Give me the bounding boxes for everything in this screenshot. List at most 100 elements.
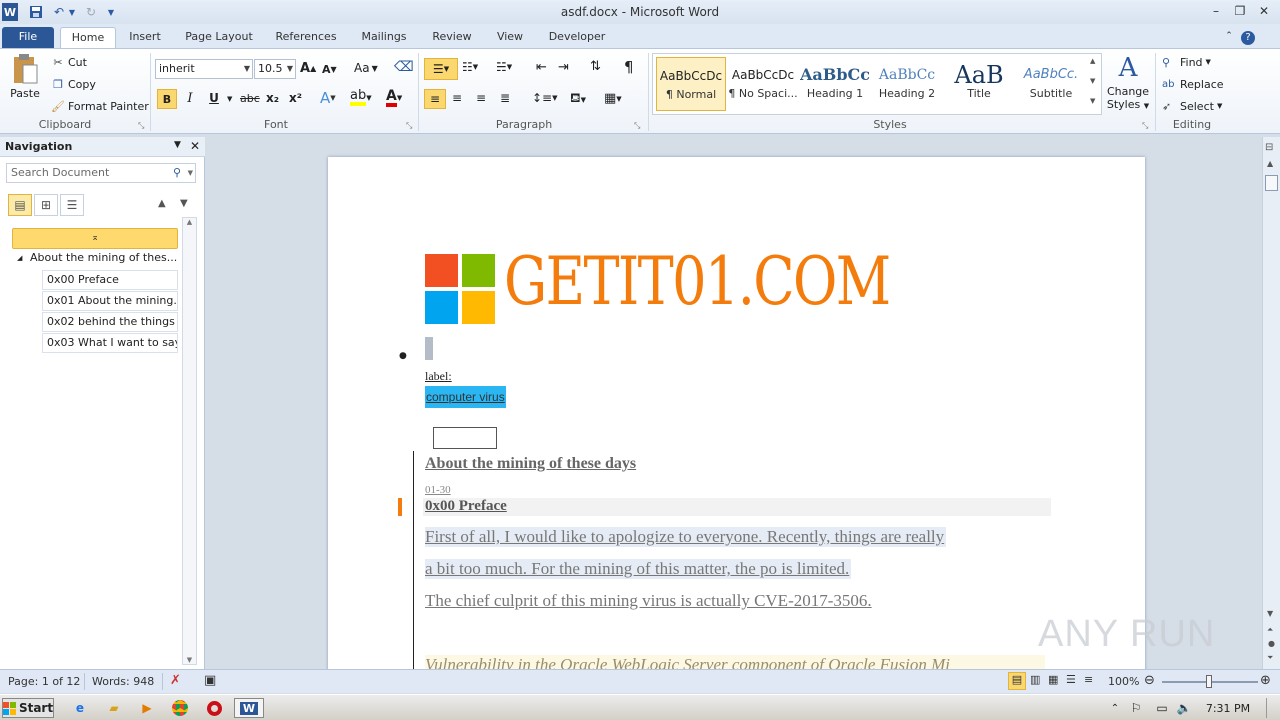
chrome-icon[interactable] xyxy=(170,698,190,718)
zoom-slider[interactable] xyxy=(1162,675,1258,688)
font-size-combo[interactable]: 10.5 ▼ xyxy=(254,59,296,79)
scroll-up-icon[interactable]: ▲ xyxy=(183,218,196,226)
clipboard-dialog-launcher-icon[interactable]: ⤡ xyxy=(138,121,144,131)
strikethrough-button[interactable]: abc xyxy=(240,92,260,105)
nav-heading-item[interactable]: 0x02 behind the things xyxy=(42,312,178,332)
align-left-button[interactable]: ≡ xyxy=(424,89,446,109)
document-page[interactable]: GETIT01.COM ● label: computer virus Abou… xyxy=(328,157,1145,669)
zoom-out-icon[interactable]: ⊖ xyxy=(1144,673,1155,688)
next-page-icon[interactable]: ⏷ xyxy=(1267,653,1273,663)
font-color-button[interactable]: A ▼ xyxy=(386,89,402,107)
nav-heading-item[interactable]: 0x01 About the mining... xyxy=(42,291,178,311)
volume-icon[interactable]: 🔈 xyxy=(1176,698,1192,718)
increase-indent-button[interactable]: ⇥ xyxy=(558,60,569,75)
empty-textbox[interactable] xyxy=(433,427,497,449)
align-right-button[interactable]: ≡ xyxy=(476,91,486,105)
styles-dialog-launcher-icon[interactable]: ⤡ xyxy=(1142,121,1148,131)
ie-icon[interactable]: e xyxy=(70,698,90,718)
line-spacing-button[interactable]: ↕≡ ▼ xyxy=(532,91,558,105)
align-center-button[interactable]: ≡ xyxy=(452,91,462,105)
tray-expand-icon[interactable]: ⌃ xyxy=(1108,698,1122,718)
style-title[interactable]: AaB Title xyxy=(944,57,1014,111)
page-count[interactable]: Page: 1 of 12 xyxy=(8,675,80,688)
view-draft-icon[interactable]: ≡ xyxy=(1084,673,1093,686)
highlight-button[interactable]: ab ▼ xyxy=(350,89,372,106)
style-subtitle[interactable]: AaBbCc. Subtitle xyxy=(1016,57,1086,111)
view-outline-icon[interactable]: ☰ xyxy=(1066,673,1076,686)
search-icon[interactable]: ⚲ xyxy=(173,164,181,182)
scroll-down-icon[interactable]: ▼ xyxy=(183,656,196,664)
cut-button[interactable]: ✂ Cut xyxy=(50,53,87,71)
styles-scroll-down-icon[interactable]: ▼ xyxy=(1090,77,1095,85)
underline-dropdown-icon[interactable]: ▼ xyxy=(227,95,232,103)
styles-scroll-up-icon[interactable]: ▲ xyxy=(1090,57,1095,65)
explorer-icon[interactable]: ▰ xyxy=(104,698,124,718)
clock[interactable]: 7:31 PM xyxy=(1200,698,1256,718)
minimize-button[interactable]: – xyxy=(1206,2,1226,20)
bold-button[interactable]: B xyxy=(157,89,177,109)
superscript-button[interactable]: x² xyxy=(289,91,302,105)
font-name-combo[interactable]: inherit ▼ xyxy=(155,59,253,79)
clear-formatting-button[interactable]: ⌫ xyxy=(394,59,414,75)
replace-button[interactable]: ab Replace xyxy=(1162,75,1224,93)
word-count[interactable]: Words: 948 xyxy=(92,675,154,688)
nav-search-input[interactable]: Search Document ⚲ ▼ xyxy=(6,163,196,183)
grow-font-button[interactable]: A ▲ xyxy=(300,61,316,76)
change-case-button[interactable]: Aa ▼ xyxy=(354,61,378,75)
scroll-down-icon[interactable]: ▼ xyxy=(1267,609,1273,618)
zoom-slider-thumb[interactable] xyxy=(1206,675,1212,688)
nav-options-icon[interactable]: ▼ xyxy=(174,140,181,150)
paste-button[interactable]: Paste xyxy=(6,53,44,113)
style-normal[interactable]: AaBbCcDc ¶ Normal xyxy=(656,57,726,111)
ruler-toggle-icon[interactable]: ⊟ xyxy=(1265,142,1273,153)
style-heading-2[interactable]: AaBbCc Heading 2 xyxy=(872,57,942,111)
nav-close-icon[interactable]: ✕ xyxy=(190,139,200,153)
italic-button[interactable]: I xyxy=(181,91,199,106)
subscript-button[interactable]: x₂ xyxy=(266,91,279,105)
media-player-icon[interactable]: ▶ xyxy=(137,698,157,718)
tab-insert[interactable]: Insert xyxy=(122,27,168,48)
view-full-screen-icon[interactable]: ▥ xyxy=(1030,673,1040,686)
zoom-in-icon[interactable]: ⊕ xyxy=(1260,673,1271,688)
tab-review[interactable]: Review xyxy=(426,27,478,48)
tab-page-layout[interactable]: Page Layout xyxy=(180,27,258,48)
styles-more-icon[interactable]: ▼ xyxy=(1090,97,1095,105)
nav-scrollbar[interactable]: ▲ ▼ xyxy=(182,217,197,665)
change-styles-button[interactable]: A Change Styles ▼ xyxy=(1104,51,1152,117)
show-marks-button[interactable]: ¶ xyxy=(624,58,634,76)
previous-page-icon[interactable]: ⏶ xyxy=(1267,625,1273,635)
minimize-ribbon-icon[interactable]: ⌃ xyxy=(1222,27,1236,48)
font-dialog-launcher-icon[interactable]: ⤡ xyxy=(406,121,412,131)
opera-icon[interactable] xyxy=(204,698,224,718)
nav-prev-icon[interactable]: ▲ xyxy=(158,198,166,209)
format-painter-button[interactable]: 🖌 Format Painter xyxy=(50,97,149,115)
start-button[interactable]: Start xyxy=(2,698,54,718)
text-effects-button[interactable]: A ▼ xyxy=(320,89,336,107)
nav-top-heading[interactable]: ⌅ xyxy=(12,228,178,249)
nav-next-icon[interactable]: ▼ xyxy=(180,198,188,209)
multilevel-list-button[interactable]: ☵ ▼ xyxy=(496,60,512,74)
word-taskbar-button[interactable]: W xyxy=(234,698,264,718)
tab-view[interactable]: View xyxy=(488,27,532,48)
help-icon[interactable]: ? xyxy=(1240,27,1256,48)
vertical-scrollbar[interactable]: ⊟ ▲ ▼ ⏶ ● ⏷ xyxy=(1262,137,1280,669)
show-desktop-button[interactable] xyxy=(1266,698,1278,718)
numbering-button[interactable]: ☷ ▼ xyxy=(462,60,478,74)
underline-button[interactable]: U xyxy=(205,91,223,105)
decrease-indent-button[interactable]: ⇤ xyxy=(536,60,547,75)
copy-button[interactable]: ❐ Copy xyxy=(50,75,96,93)
tag-link[interactable]: computer virus xyxy=(425,386,506,408)
tab-home[interactable]: Home xyxy=(60,27,116,48)
shrink-font-button[interactable]: A ▼ xyxy=(322,63,337,76)
shading-button[interactable]: ⛾ ▼ xyxy=(570,91,586,108)
nav-tree-expander-icon[interactable]: ◢ xyxy=(17,254,22,262)
borders-button[interactable]: ▦ ▼ xyxy=(604,91,622,106)
nav-heading-item[interactable]: 0x00 Preface xyxy=(42,270,178,290)
nav-heading-item[interactable]: About the mining of thes... xyxy=(26,249,178,269)
select-browse-object-icon[interactable]: ● xyxy=(1268,639,1275,648)
tab-references[interactable]: References xyxy=(270,27,342,48)
tab-browse-headings[interactable]: ▤ xyxy=(8,194,32,216)
scroll-thumb[interactable] xyxy=(1265,175,1278,191)
close-button[interactable]: ✕ xyxy=(1254,2,1274,20)
nav-heading-item[interactable]: 0x03 What I want to say xyxy=(42,333,178,353)
